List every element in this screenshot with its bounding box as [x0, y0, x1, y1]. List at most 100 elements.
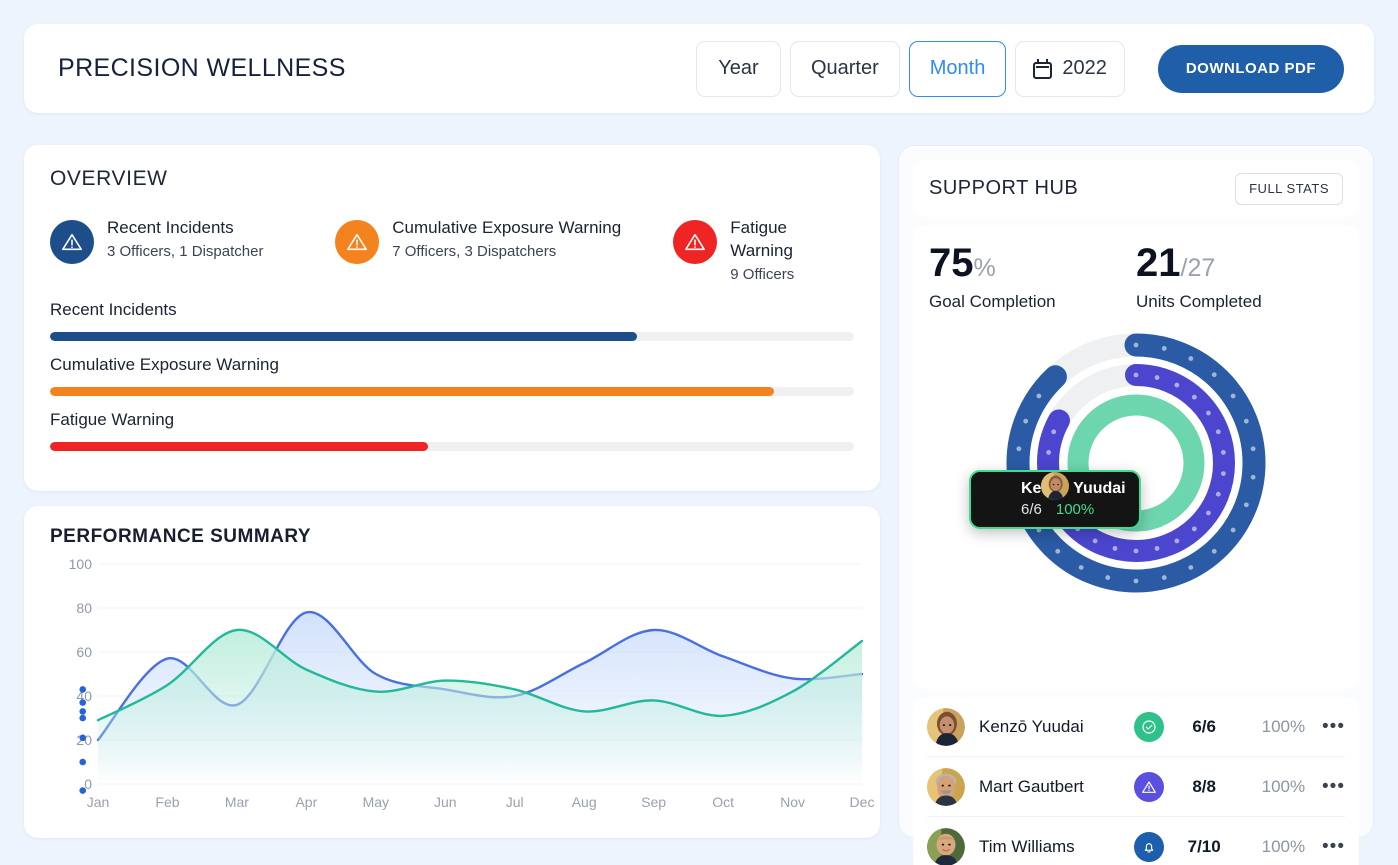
- list-item[interactable]: Kenzō Yuudai 6/6 100% •••: [927, 697, 1345, 757]
- kpi-suffix: /27: [1180, 254, 1216, 282]
- kpi-value: 75%: [929, 243, 1136, 283]
- avatar: [927, 767, 965, 806]
- performance-title: PERFORMANCE SUMMARY: [50, 526, 312, 547]
- list-item[interactable]: Tim Williams 7/10 100% •••: [927, 817, 1345, 865]
- person-percent: 100%: [1261, 776, 1306, 796]
- kpi-number: 75: [929, 241, 974, 285]
- stat-sub: 9 Officers: [730, 265, 795, 283]
- stat-sub: 3 Officers, 1 Dispatcher: [107, 242, 264, 260]
- progress-fill: [50, 441, 428, 451]
- app-header: PRECISION WELLNESS Year Quarter Month 20…: [24, 24, 1374, 113]
- person-score: 7/10: [1187, 837, 1221, 856]
- person-percent: 100%: [1261, 716, 1306, 736]
- download-pdf-button[interactable]: DOWNLOAD PDF: [1157, 44, 1344, 93]
- tooltip-percent: 100%: [1055, 501, 1095, 518]
- stat-cumulative-exposure: Cumulative Exposure Warning 7 Officers, …: [335, 217, 663, 286]
- x-axis-tick: Jul: [505, 794, 524, 810]
- progress-fill: [50, 331, 637, 341]
- stat-label: Recent Incidents: [107, 218, 234, 237]
- x-axis-tick: Nov: [780, 794, 805, 810]
- person-name: Mart Gautbert: [979, 776, 1084, 796]
- support-hub-body: 75% Goal Completion 21/27 Units Complete…: [913, 225, 1359, 689]
- row-menu-button[interactable]: •••: [1322, 776, 1345, 798]
- tab-year[interactable]: Year: [695, 40, 781, 97]
- support-hub-panel: SUPPORT HUB FULL STATS 75% Goal Completi…: [898, 145, 1374, 865]
- performance-summary-card: PERFORMANCE SUMMARY 020406080100 JanFebM…: [24, 506, 880, 838]
- kpi-row: 75% Goal Completion 21/27 Units Complete…: [929, 243, 1343, 312]
- x-axis-tick: Sep: [641, 794, 667, 810]
- tooltip-score: 6/6: [1021, 501, 1042, 518]
- progress-fatigue-warning: Fatigue Warning: [50, 410, 854, 451]
- row-menu-button[interactable]: •••: [1322, 716, 1345, 738]
- person-percent: 100%: [1261, 837, 1306, 856]
- progress-label: Fatigue Warning: [50, 409, 175, 429]
- progress-track: [50, 386, 854, 396]
- dashboard-page: PRECISION WELLNESS Year Quarter Month 20…: [0, 0, 1398, 865]
- x-axis-tick: Feb: [155, 794, 180, 810]
- performance-chart: 020406080100 JanFebMarAprMayJunJulAugSep…: [50, 554, 880, 829]
- support-hub-title: SUPPORT HUB: [929, 177, 1079, 199]
- list-item[interactable]: Mart Gautbert 8/8 100% •••: [927, 757, 1345, 817]
- overview-stats: Recent Incidents 3 Officers, 1 Dispatche…: [50, 217, 854, 286]
- x-axis-tick: Apr: [295, 794, 318, 810]
- tooltip-name: Kenzō Yuudai: [1021, 480, 1126, 497]
- x-axis-tick: Aug: [571, 794, 597, 810]
- warning-triangle-icon: [1133, 771, 1164, 802]
- person-name: Kenzō Yuudai: [979, 716, 1084, 736]
- stat-sub: 7 Officers, 3 Dispatchers: [392, 242, 557, 260]
- stat-label: Cumulative Exposure Warning: [392, 218, 622, 237]
- check-circle-icon: [1133, 711, 1164, 742]
- progress-recent-incidents: Recent Incidents: [50, 300, 854, 341]
- x-axis-tick: Jan: [86, 794, 110, 810]
- kpi-units-completed: 21/27 Units Completed: [1136, 243, 1343, 312]
- kpi-caption: Goal Completion: [929, 292, 1056, 311]
- warning-triangle-icon: [50, 220, 94, 264]
- page-title: PRECISION WELLNESS: [58, 54, 346, 82]
- kpi-suffix: %: [973, 254, 996, 282]
- avatar: [927, 707, 965, 746]
- tooltip-stats: 6/6 100%: [1021, 501, 1126, 518]
- row-menu-button[interactable]: •••: [1322, 836, 1345, 858]
- tab-month[interactable]: Month: [908, 40, 1007, 97]
- support-hub-header: SUPPORT HUB FULL STATS: [913, 160, 1359, 217]
- header-controls: Year Quarter Month 2022 DOWNLOAD PDF: [695, 40, 1344, 97]
- progress-cumulative-exposure: Cumulative Exposure Warning: [50, 355, 854, 396]
- progress-label: Recent Incidents: [50, 299, 177, 319]
- support-hub-list: Kenzō Yuudai 6/6 100% ••• Mart Gautbert …: [913, 697, 1359, 865]
- progress-track: [50, 331, 854, 341]
- x-axis-tick: Oct: [712, 794, 734, 810]
- warning-triangle-icon: [673, 220, 718, 264]
- tab-quarter[interactable]: Quarter: [789, 40, 900, 97]
- stat-label: Fatigue Warning: [730, 218, 793, 260]
- year-selector[interactable]: 2022: [1015, 40, 1125, 97]
- calendar-icon: [1033, 58, 1053, 79]
- avatar: [927, 828, 965, 865]
- progress-label: Cumulative Exposure Warning: [50, 354, 279, 374]
- chart-canvas: [79, 563, 864, 794]
- stat-fatigue-warning: Fatigue Warning 9 Officers: [673, 217, 844, 286]
- year-value: 2022: [1062, 57, 1107, 79]
- donut-tooltip: Kenzō Yuudai 6/6 100%: [969, 470, 1141, 529]
- stat-recent-incidents: Recent Incidents 3 Officers, 1 Dispatche…: [50, 217, 325, 286]
- avatar: [984, 472, 1069, 510]
- kpi-caption: Units Completed: [1136, 292, 1262, 311]
- x-axis-tick: Jun: [433, 794, 457, 810]
- kpi-number: 21: [1136, 241, 1181, 285]
- person-score: 6/6: [1192, 716, 1216, 736]
- x-axis-tick: Dec: [849, 794, 875, 810]
- kpi-value: 21/27: [1136, 243, 1343, 283]
- progress-fill: [50, 386, 774, 396]
- x-axis-tick: May: [362, 794, 390, 810]
- kpi-goal-completion: 75% Goal Completion: [929, 243, 1136, 312]
- donut-chart: Kenzō Yuudai 6/6 100%: [929, 318, 1343, 618]
- overview-card: OVERVIEW Recent Incidents 3 Officers, 1 …: [24, 145, 880, 491]
- warning-triangle-icon: [335, 220, 380, 264]
- full-stats-button[interactable]: FULL STATS: [1235, 172, 1343, 205]
- bell-icon: [1133, 832, 1164, 862]
- person-name: Tim Williams: [979, 837, 1075, 856]
- x-axis-tick: Mar: [224, 794, 249, 810]
- person-score: 8/8: [1192, 776, 1216, 796]
- progress-track: [50, 441, 854, 451]
- overview-title: OVERVIEW: [50, 167, 168, 190]
- donut-canvas[interactable]: [986, 318, 1286, 608]
